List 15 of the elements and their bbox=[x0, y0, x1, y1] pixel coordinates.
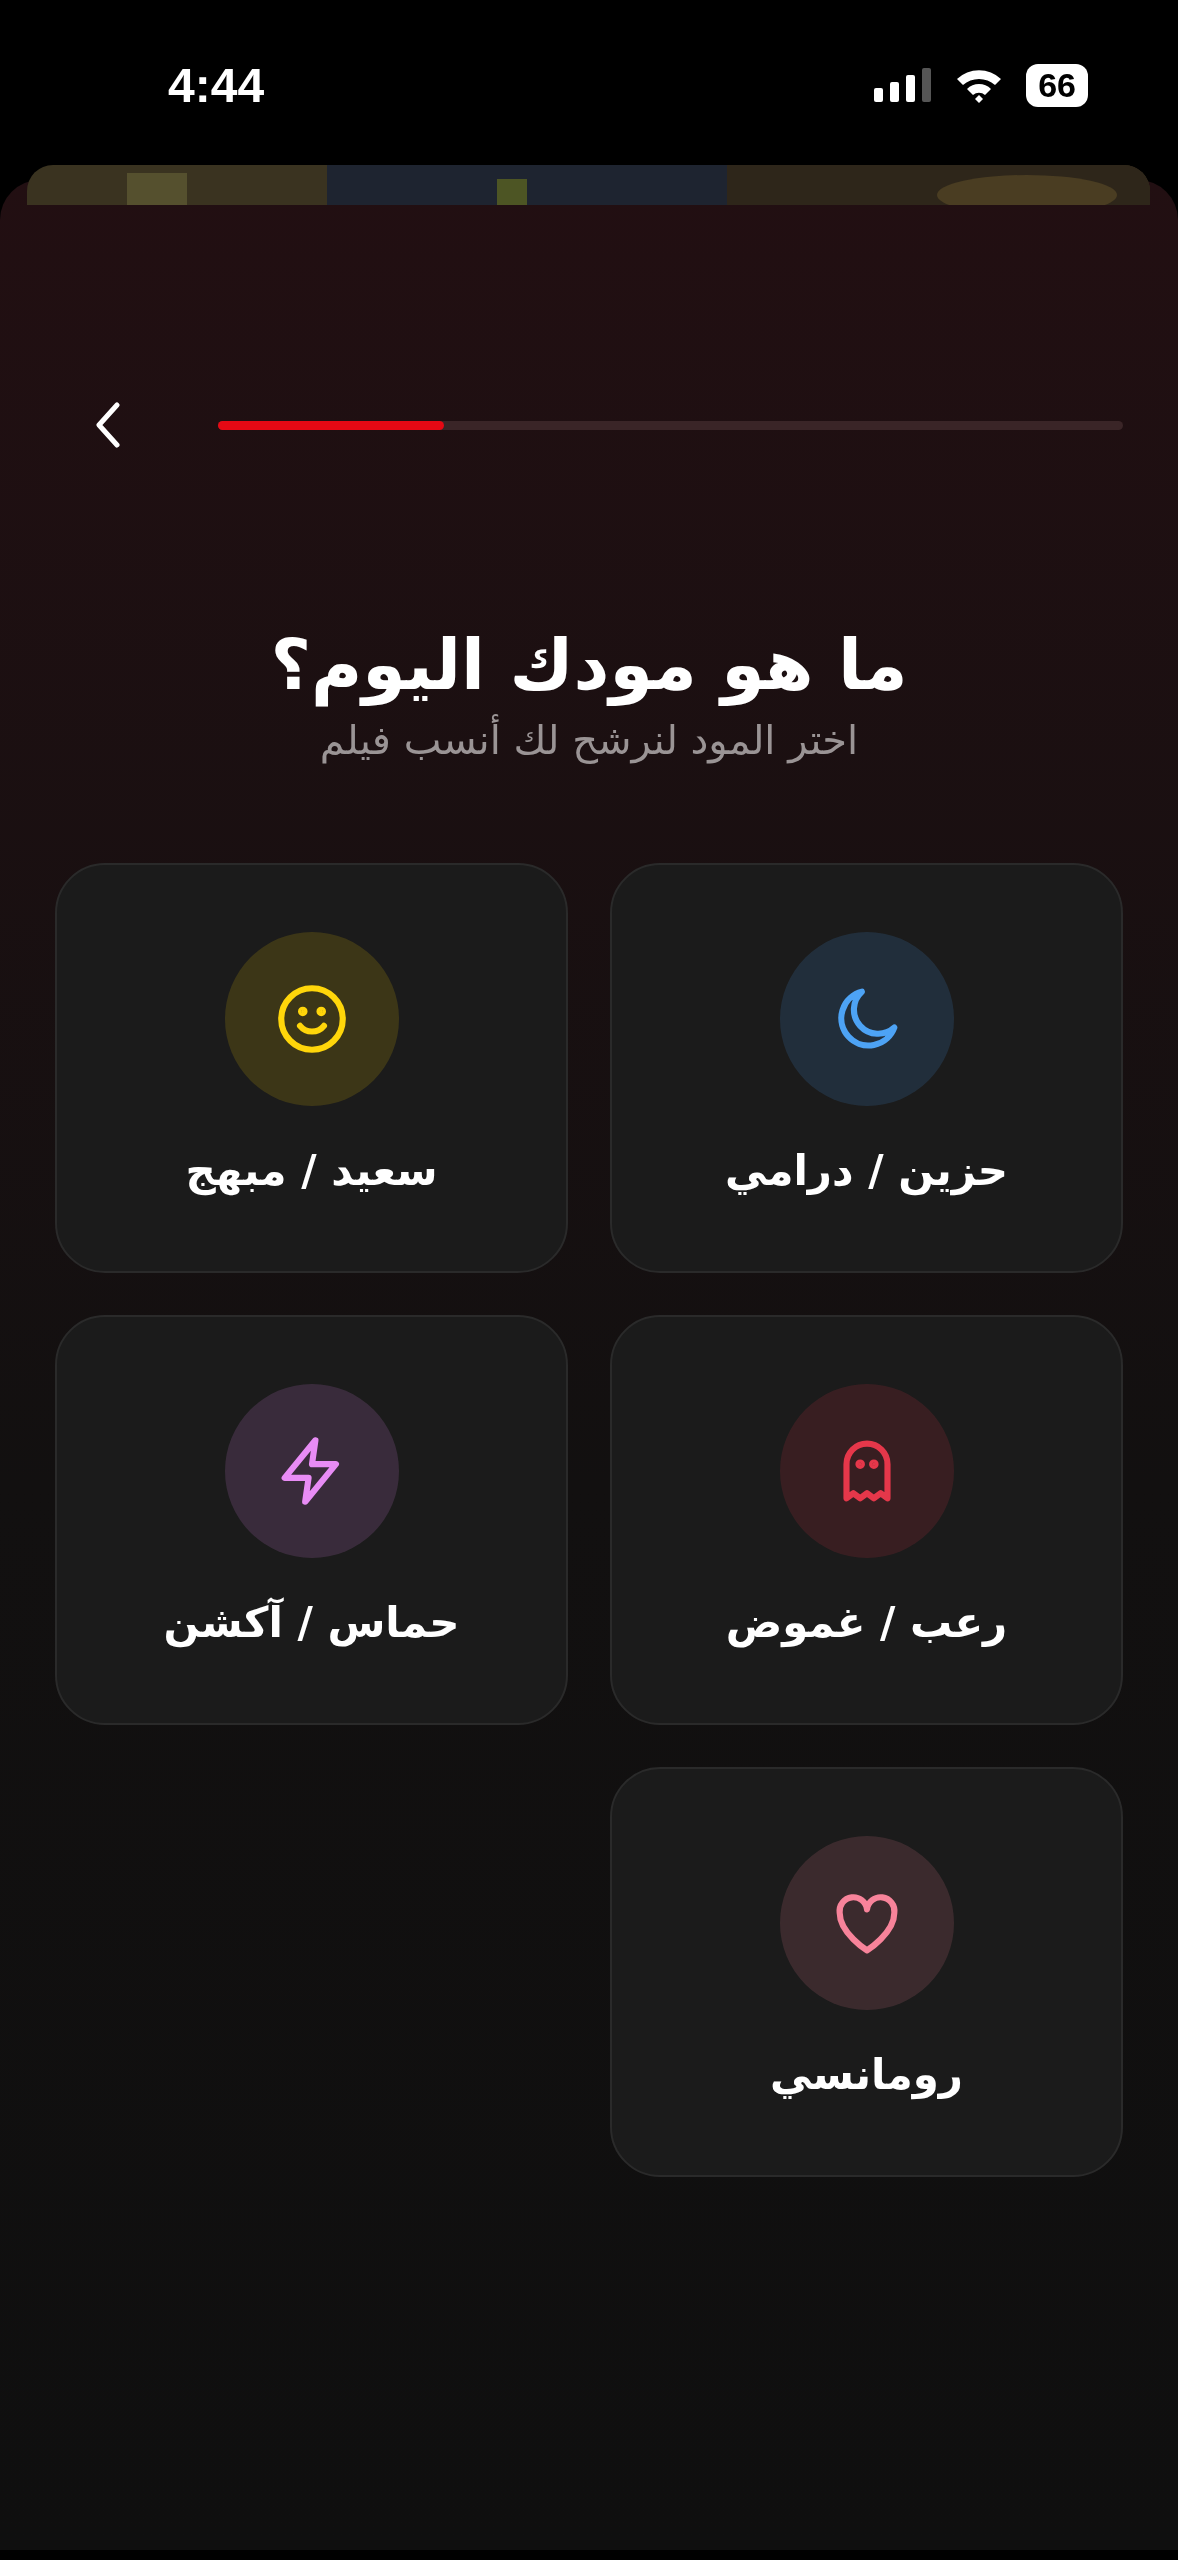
mood-label: رومانسي bbox=[769, 2050, 964, 2099]
mood-card[interactable]: رعب / غموض bbox=[610, 1315, 1123, 1725]
page-title: ما هو مودك اليوم؟ bbox=[269, 623, 909, 707]
status-time: 4:44 bbox=[168, 57, 265, 113]
mood-label: حزين / درامي bbox=[724, 1146, 1009, 1195]
mood-card[interactable]: حماس / آكشن bbox=[55, 1315, 568, 1725]
mood-label: رعب / غموض bbox=[725, 1598, 1008, 1647]
mood-card[interactable]: رومانسي bbox=[610, 1767, 1123, 2177]
mood-label: سعيد / مبهج bbox=[185, 1146, 438, 1195]
back-icon[interactable] bbox=[95, 402, 121, 448]
mood-card[interactable]: سعيد / مبهج bbox=[55, 863, 568, 1273]
signal-icon bbox=[874, 68, 933, 102]
mood-card[interactable]: حزين / درامي bbox=[610, 863, 1123, 1273]
battery-indicator: 66 bbox=[1026, 63, 1088, 107]
mood-label: حماس / آكشن bbox=[163, 1598, 460, 1647]
